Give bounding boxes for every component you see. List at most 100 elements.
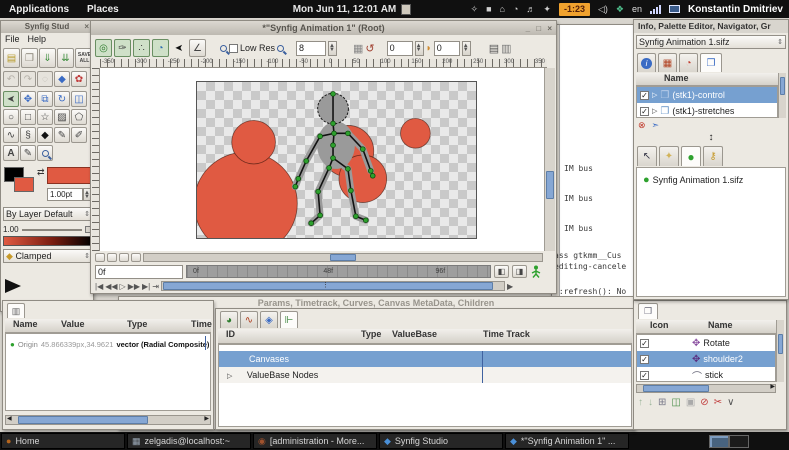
canvas-vscrollbar[interactable]	[544, 68, 555, 251]
preview-button[interactable]: ◌	[37, 71, 53, 87]
undo-button[interactable]: ↶	[3, 71, 19, 87]
timetrack-scrollbar[interactable]: ⋮	[161, 281, 505, 291]
width-tool-button[interactable]: ✎	[54, 127, 70, 143]
bones-tab[interactable]: ❐	[638, 303, 658, 319]
palette-editor-tab[interactable]: ▦	[658, 53, 677, 72]
loop-button[interactable]: ⇥	[152, 282, 159, 291]
scroll-left-arrow[interactable]: ◀	[7, 415, 12, 422]
eyedropper-tool-button[interactable]: ✐	[71, 127, 87, 143]
clock-applet-icon[interactable]: ◔	[513, 4, 518, 14]
layer-visibility-checkbox[interactable]: ✓	[640, 107, 649, 116]
zoom-in-icon[interactable]	[277, 45, 284, 52]
applet-icon[interactable]: ✦	[543, 4, 551, 15]
rectangle-tool-button[interactable]: □	[20, 109, 36, 125]
import-button[interactable]: ⇊	[57, 48, 74, 68]
user-menu[interactable]: Konstantin Dmitriev	[688, 4, 783, 15]
artboard[interactable]	[196, 81, 477, 239]
info-dock-titlebar[interactable]: Info, Palette Editor, Navigator, Gr	[634, 20, 788, 33]
history-item[interactable]: ● Synfig Animation 1.sifz	[643, 174, 743, 186]
toolbox-titlebar[interactable]: Synfig Stud ×	[1, 21, 93, 33]
refresh-icon[interactable]: ↺	[365, 42, 374, 55]
sketch-tool-button[interactable]: §	[20, 127, 36, 143]
remove-layer-button[interactable]: ⊗	[638, 120, 646, 131]
navigator-tab[interactable]: ◔	[679, 53, 698, 72]
minimize-button[interactable]: _	[526, 24, 532, 33]
col-name[interactable]: Name	[708, 320, 733, 330]
curves-tab[interactable]: ∿	[240, 311, 258, 328]
canvas-browser-tab[interactable]: ◕	[220, 311, 238, 328]
brush-preview[interactable]	[47, 167, 91, 184]
seek-end-button[interactable]: ▶|	[142, 282, 150, 291]
layer-row-control[interactable]: ✓ ▷ ❐ (stk1)-control	[637, 87, 777, 103]
battery-badge[interactable]: -1:23	[559, 3, 590, 16]
toggle-background-button[interactable]: ◔	[152, 39, 169, 57]
redo-button[interactable]: ↷	[20, 71, 36, 87]
help-button[interactable]: ✿	[71, 71, 87, 87]
library-row-valuebase-nodes[interactable]: ▷ ValueBase Nodes	[219, 367, 631, 383]
canvas-vscroll-thumb[interactable]	[546, 171, 554, 199]
library-tab[interactable]: ⊩	[280, 311, 298, 328]
onion-skin-icon[interactable]: ◗	[426, 43, 432, 54]
mirror-tool-button[interactable]: ◫	[71, 91, 87, 107]
help-menu[interactable]: Help	[28, 34, 47, 45]
scale-tool-button[interactable]: ⧉	[37, 91, 53, 107]
speaker-icon[interactable]: ◁)	[598, 4, 608, 15]
angle-tool-button[interactable]: ∠	[189, 39, 206, 57]
file-menu[interactable]: File	[5, 34, 20, 45]
task-synfig-studio[interactable]: ◆ Synfig Studio	[379, 433, 503, 449]
col-name[interactable]: Name	[13, 319, 38, 329]
workspace-2[interactable]	[729, 435, 749, 448]
params-tab[interactable]: ▥	[7, 303, 25, 318]
scroll-right-arrow[interactable]: ▶	[770, 383, 775, 390]
params-hscroll-thumb[interactable]	[18, 416, 148, 424]
meta-data-tab[interactable]: ◈	[260, 311, 278, 328]
visibility-checkbox[interactable]: ✓	[640, 339, 649, 348]
add-layer-button[interactable]: ➣	[652, 120, 660, 131]
messenger-icon[interactable]: ❖	[616, 4, 624, 15]
microphone-icon[interactable]: ✧	[471, 4, 479, 15]
smooth-move-tool-button[interactable]: ✥	[20, 91, 36, 107]
grid-toggle-icon[interactable]: ▦	[353, 42, 363, 55]
col-id[interactable]: ID	[226, 329, 235, 339]
canvas-hscroll-thumb[interactable]	[330, 254, 356, 261]
places-menu[interactable]: Places	[78, 4, 128, 15]
layer-visibility-checkbox[interactable]: ✓	[640, 91, 649, 100]
seek-prev-frame-button[interactable]: ◀◀	[105, 282, 117, 291]
col-type[interactable]: Type	[361, 329, 381, 339]
bones-hscrollbar[interactable]: ▶	[636, 384, 776, 393]
canvas-file-select[interactable]: Synfig Animation 1.sifz ⇕	[636, 35, 786, 49]
display-icon[interactable]	[669, 5, 680, 13]
maximize-button[interactable]: □	[536, 24, 543, 33]
canvas-option-button[interactable]	[95, 253, 105, 262]
col-icon[interactable]: Icon	[650, 320, 669, 330]
bone-row-rotate[interactable]: ✓ ✥ Rotate	[637, 335, 775, 351]
lock-past-keyframe-button[interactable]: ◧	[494, 265, 509, 278]
about-synfig-button[interactable]: ◆	[54, 71, 70, 87]
layers-vscroll-thumb[interactable]	[780, 77, 785, 95]
swap-colors-icon[interactable]: ⇄	[37, 167, 45, 178]
applications-menu[interactable]: Applications	[0, 4, 78, 15]
save-button[interactable]: ⇓	[39, 48, 56, 68]
expander-icon[interactable]: ▷	[227, 373, 232, 380]
animation-mode-icon[interactable]	[530, 265, 542, 278]
fill-color-swatch[interactable]	[14, 177, 34, 192]
col-time[interactable]: Time	[191, 319, 212, 329]
bone-row-shoulder2[interactable]: ✓ ✥ shoulder2	[637, 351, 775, 367]
opacity-slider[interactable]	[22, 229, 82, 231]
task-terminal[interactable]: ▦ zelgadis@localhost:~	[127, 433, 251, 449]
current-time-field[interactable]: 0f	[95, 265, 183, 279]
raise-layer-button[interactable]: ↑	[638, 397, 643, 408]
time-ruler[interactable]: 0f 48f 96f	[186, 265, 491, 278]
star-tool-button[interactable]: ☆	[37, 109, 53, 125]
cursor-icon[interactable]: ➤	[171, 43, 187, 54]
text-tool-button[interactable]: A	[3, 145, 19, 161]
circle-tool-button[interactable]: ○	[3, 109, 19, 125]
new-file-button[interactable]: ▤	[3, 48, 20, 68]
lower-layer-button[interactable]: ↓	[648, 397, 653, 408]
low-res-checkbox[interactable]	[229, 44, 238, 53]
past-onion-stepper[interactable]: ▲▼	[415, 41, 424, 56]
canvas-option-button[interactable]	[119, 253, 129, 262]
drag-tab[interactable]: ✦	[659, 146, 679, 166]
workspace-1[interactable]	[709, 435, 729, 448]
scroll-right-arrow[interactable]: ▶	[507, 282, 513, 291]
